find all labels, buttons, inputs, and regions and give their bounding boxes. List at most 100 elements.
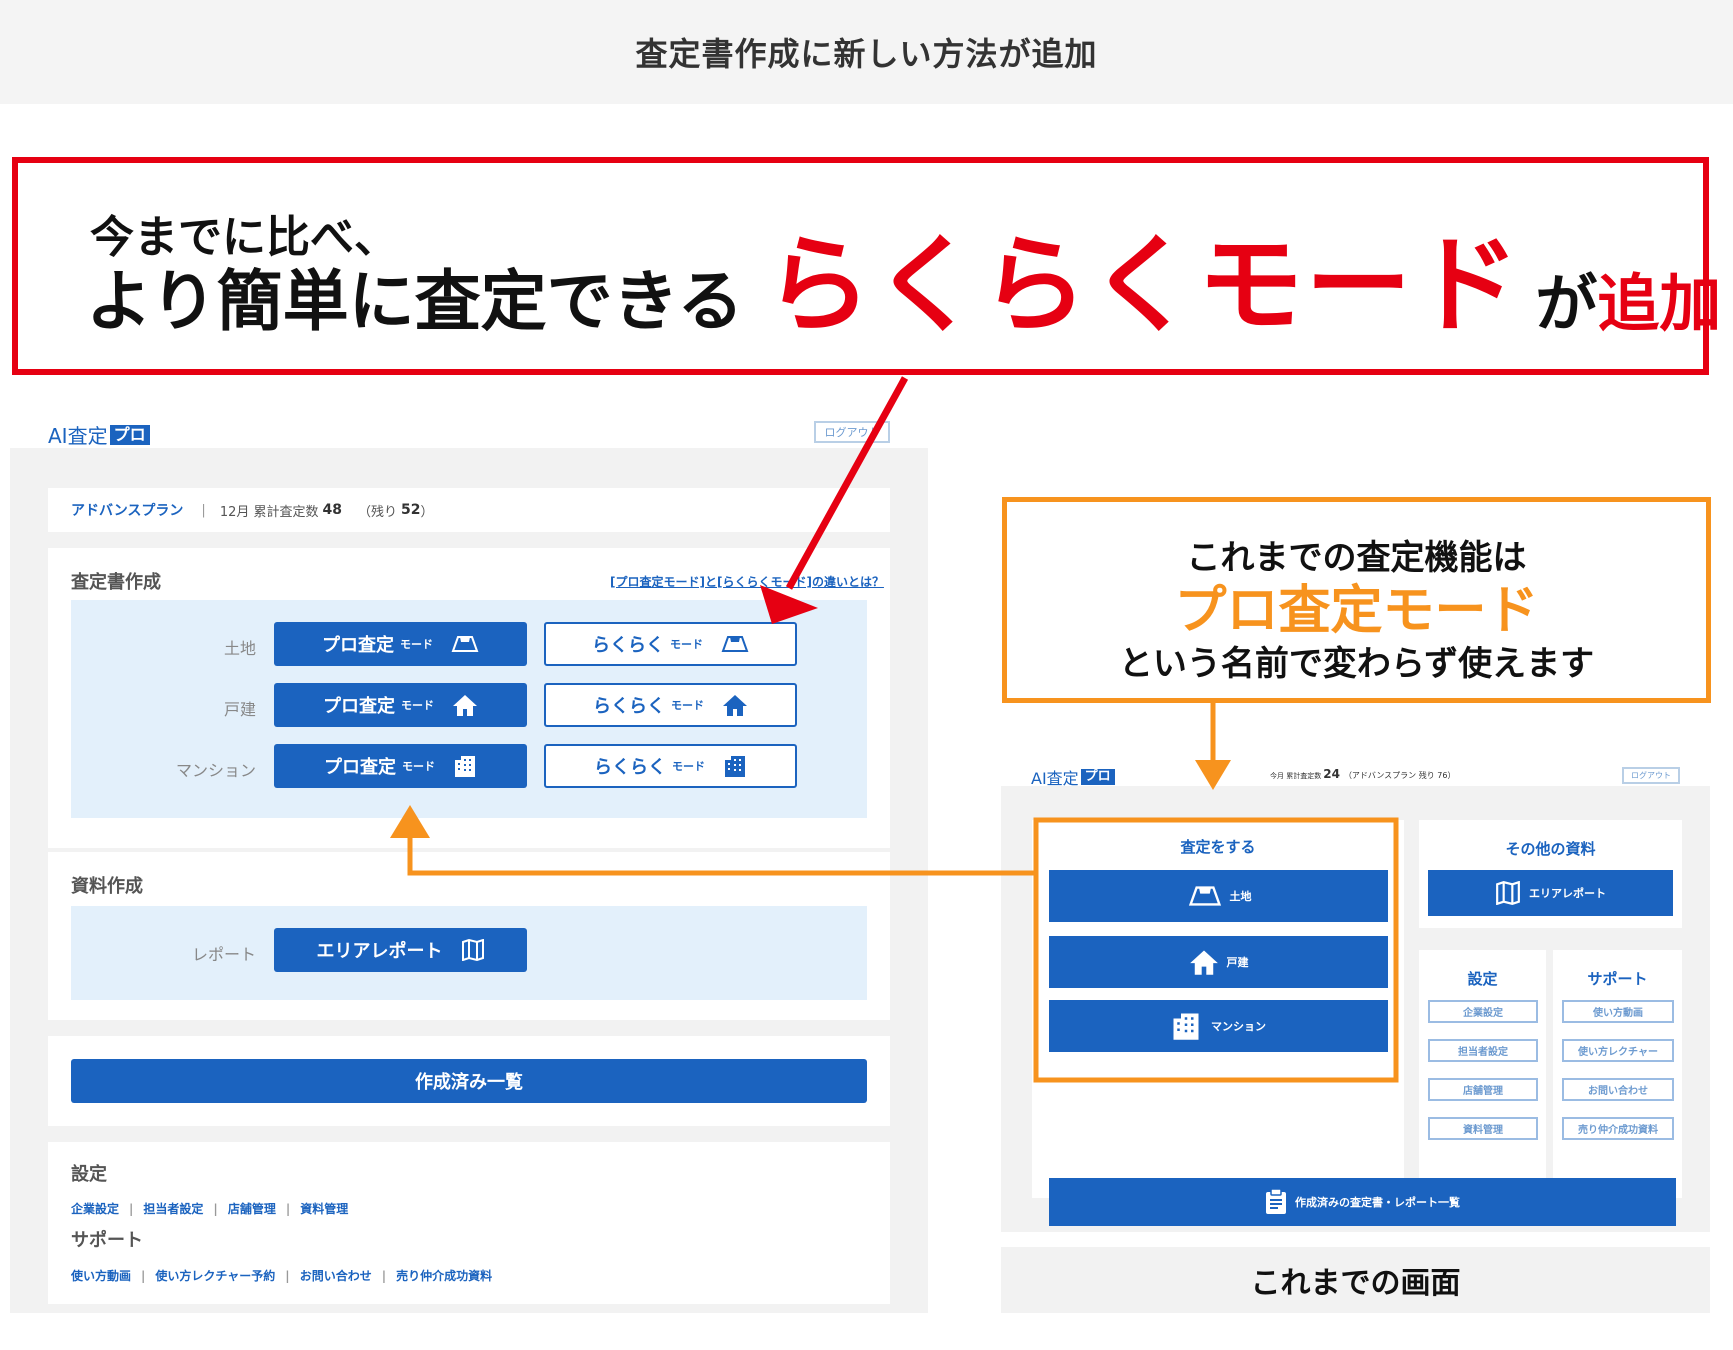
house-icon bbox=[1189, 950, 1218, 975]
area-report-label: エリアレポート bbox=[316, 941, 443, 962]
support-links: 使い方動画 | 使い方レクチャー予約 | お問い合わせ | 売り仲介成功資料 bbox=[71, 1267, 492, 1284]
row-label-mansion: マンション bbox=[175, 761, 256, 780]
settings-link-company[interactable]: 企業設定 bbox=[71, 1200, 119, 1217]
old-area-report-button[interactable]: エリアレポート bbox=[1428, 870, 1673, 916]
plan-count-label: 12月 累計査定数 bbox=[219, 504, 319, 520]
page-title: 査定書作成に新しい方法が追加 bbox=[635, 35, 1098, 73]
old-mansion-button[interactable]: マンション bbox=[1049, 1000, 1388, 1052]
appraisal-buttons-area: 土地 プロ査定 モード らくらく モード 戸建 プロ査定 モード らくらく モー… bbox=[71, 600, 867, 818]
mode-label: モード bbox=[671, 699, 704, 712]
old-area-report-label: エリアレポート bbox=[1529, 887, 1606, 900]
old-screen-caption: これまでの画面 bbox=[1001, 1247, 1710, 1313]
old-support-lecture-button[interactable]: 使い方レクチャー bbox=[1562, 1039, 1674, 1062]
link-separator: | bbox=[285, 1201, 291, 1216]
logo-pro-badge: プロ bbox=[1080, 769, 1115, 785]
old-status-label: 今月 累計査定数 bbox=[1270, 772, 1322, 780]
settings-links: 企業設定 | 担当者設定 | 店舗管理 | 資料管理 bbox=[71, 1200, 348, 1217]
settings-link-store[interactable]: 店舗管理 bbox=[228, 1200, 276, 1217]
old-screen-caption-text: これまでの画面 bbox=[1250, 1266, 1461, 1301]
documents-buttons-area: レポート エリアレポート bbox=[71, 906, 867, 1000]
created-list-button[interactable]: 作成済み一覧 bbox=[71, 1059, 867, 1103]
headline-highlight: らくらくモード bbox=[765, 224, 1522, 347]
callout-line3: という名前で変わらず使えます bbox=[1118, 644, 1595, 684]
land-icon bbox=[451, 636, 479, 652]
pro-mode-land-button[interactable]: プロ査定 モード bbox=[274, 622, 527, 666]
headline-prefix: より簡単に査定できる bbox=[86, 263, 744, 341]
old-settings-card: 設定 企業設定 担当者設定 店舗管理 資料管理 bbox=[1419, 950, 1546, 1198]
building-icon bbox=[1173, 1013, 1199, 1040]
link-separator: | bbox=[381, 1268, 387, 1283]
mode-difference-link[interactable]: [プロ査定モード]と[らくらくモード]の違いとは？ bbox=[610, 573, 884, 590]
plan-separator: | bbox=[201, 502, 206, 518]
plan-name: アドバンスプラン bbox=[71, 503, 184, 519]
old-mansion-label: マンション bbox=[1211, 1020, 1266, 1033]
building-icon bbox=[455, 756, 475, 777]
plan-remaining-value: 52 bbox=[401, 502, 421, 518]
old-house-button[interactable]: 戸建 bbox=[1049, 936, 1388, 988]
area-report-button[interactable]: エリアレポート bbox=[274, 928, 527, 972]
link-separator: | bbox=[213, 1201, 218, 1216]
logo-pro-badge: プロ bbox=[109, 424, 150, 445]
old-settings-docs-button[interactable]: 資料管理 bbox=[1428, 1117, 1538, 1140]
settings-link-staff[interactable]: 担当者設定 bbox=[143, 1200, 203, 1217]
support-link-contact[interactable]: お問い合わせ bbox=[300, 1267, 372, 1284]
old-support-video-button[interactable]: 使い方動画 bbox=[1562, 1000, 1674, 1023]
house-icon bbox=[723, 695, 747, 716]
headline-line2: より簡単に査定できる らくらくモード が 追加 bbox=[86, 224, 1721, 347]
settings-link-docs[interactable]: 資料管理 bbox=[300, 1200, 348, 1217]
logo-new: AI査定 プロ bbox=[48, 420, 150, 449]
old-appraise-title: 査定をする bbox=[1180, 838, 1256, 856]
old-support-title: サポート bbox=[1587, 970, 1648, 988]
logout-button-new[interactable]: ログアウト bbox=[814, 421, 890, 443]
plan-count-value: 48 bbox=[322, 502, 342, 518]
raku-mode-land-button[interactable]: らくらく モード bbox=[544, 622, 797, 666]
row-label-land: 土地 bbox=[223, 639, 256, 658]
raku-label: らくらく bbox=[593, 696, 665, 717]
support-link-materials[interactable]: 売り仲介成功資料 bbox=[396, 1267, 492, 1284]
old-created-list-label: 作成済みの査定書・レポート一覧 bbox=[1295, 1196, 1460, 1209]
support-link-lecture[interactable]: 使い方レクチャー予約 bbox=[155, 1267, 275, 1284]
link-separator: | bbox=[129, 1201, 134, 1216]
old-settings-staff-button[interactable]: 担当者設定 bbox=[1428, 1039, 1538, 1062]
headline-particle: が bbox=[1535, 266, 1598, 340]
old-settings-store-button[interactable]: 店舗管理 bbox=[1428, 1078, 1538, 1101]
row-label-house: 戸建 bbox=[223, 700, 256, 719]
old-support-materials-button[interactable]: 売り仲介成功資料 bbox=[1562, 1117, 1674, 1140]
pro-mode-mansion-button[interactable]: プロ査定 モード bbox=[274, 744, 527, 788]
old-land-button[interactable]: 土地 bbox=[1049, 870, 1388, 922]
raku-mode-mansion-button[interactable]: らくらく モード bbox=[544, 744, 797, 788]
old-settings-company-button[interactable]: 企業設定 bbox=[1428, 1000, 1538, 1023]
documents-card: 資料作成 レポート エリアレポート bbox=[48, 852, 890, 1020]
old-other-title: その他の資料 bbox=[1505, 840, 1596, 858]
pro-mode-house-button[interactable]: プロ査定 モード bbox=[274, 683, 527, 727]
land-icon bbox=[721, 636, 749, 652]
support-title: サポート bbox=[71, 1230, 143, 1251]
building-icon bbox=[725, 756, 745, 777]
mode-label: モード bbox=[400, 638, 433, 651]
new-screen-panel: アドバンスプラン | 12月 累計査定数 48 （残り 52 ） 査定書作成 [… bbox=[10, 448, 928, 1313]
top-banner: 査定書作成に新しい方法が追加 bbox=[0, 0, 1733, 104]
created-list-card: 作成済み一覧 bbox=[48, 1036, 890, 1126]
land-icon bbox=[1188, 886, 1221, 906]
plan-card: アドバンスプラン | 12月 累計査定数 48 （残り 52 ） bbox=[48, 488, 890, 532]
house-icon bbox=[453, 695, 477, 716]
logo-text: AI査定 bbox=[48, 424, 108, 448]
row-label-report: レポート bbox=[191, 945, 256, 964]
clipboard-icon bbox=[1266, 1189, 1286, 1214]
callout-box: これまでの査定機能は プロ査定モード という名前で変わらず使えます bbox=[1002, 497, 1711, 703]
mode-label: モード bbox=[670, 638, 703, 651]
raku-mode-house-button[interactable]: らくらく モード bbox=[544, 683, 797, 727]
link-separator: | bbox=[285, 1268, 290, 1283]
old-settings-title: 設定 bbox=[1467, 970, 1498, 988]
old-created-list-button[interactable]: 作成済みの査定書・レポート一覧 bbox=[1049, 1178, 1676, 1226]
logout-button-old[interactable]: ログアウト bbox=[1622, 767, 1680, 784]
map-icon bbox=[1496, 881, 1520, 905]
support-link-video[interactable]: 使い方動画 bbox=[71, 1267, 131, 1284]
raku-label: らくらく bbox=[594, 757, 666, 778]
pro-label: プロ査定 bbox=[323, 696, 395, 717]
appraisal-card: 査定書作成 [プロ査定モード]と[らくらくモード]の違いとは？ 土地 プロ査定 … bbox=[48, 548, 890, 848]
settings-support-card: 設定 企業設定 | 担当者設定 | 店舗管理 | 資料管理 サポート 使い方動画… bbox=[48, 1142, 890, 1304]
old-house-label: 戸建 bbox=[1226, 956, 1249, 969]
old-appraise-card: 査定をする 土地 戸建 マンション bbox=[1032, 820, 1404, 1198]
old-support-contact-button[interactable]: お問い合わせ bbox=[1562, 1078, 1674, 1101]
